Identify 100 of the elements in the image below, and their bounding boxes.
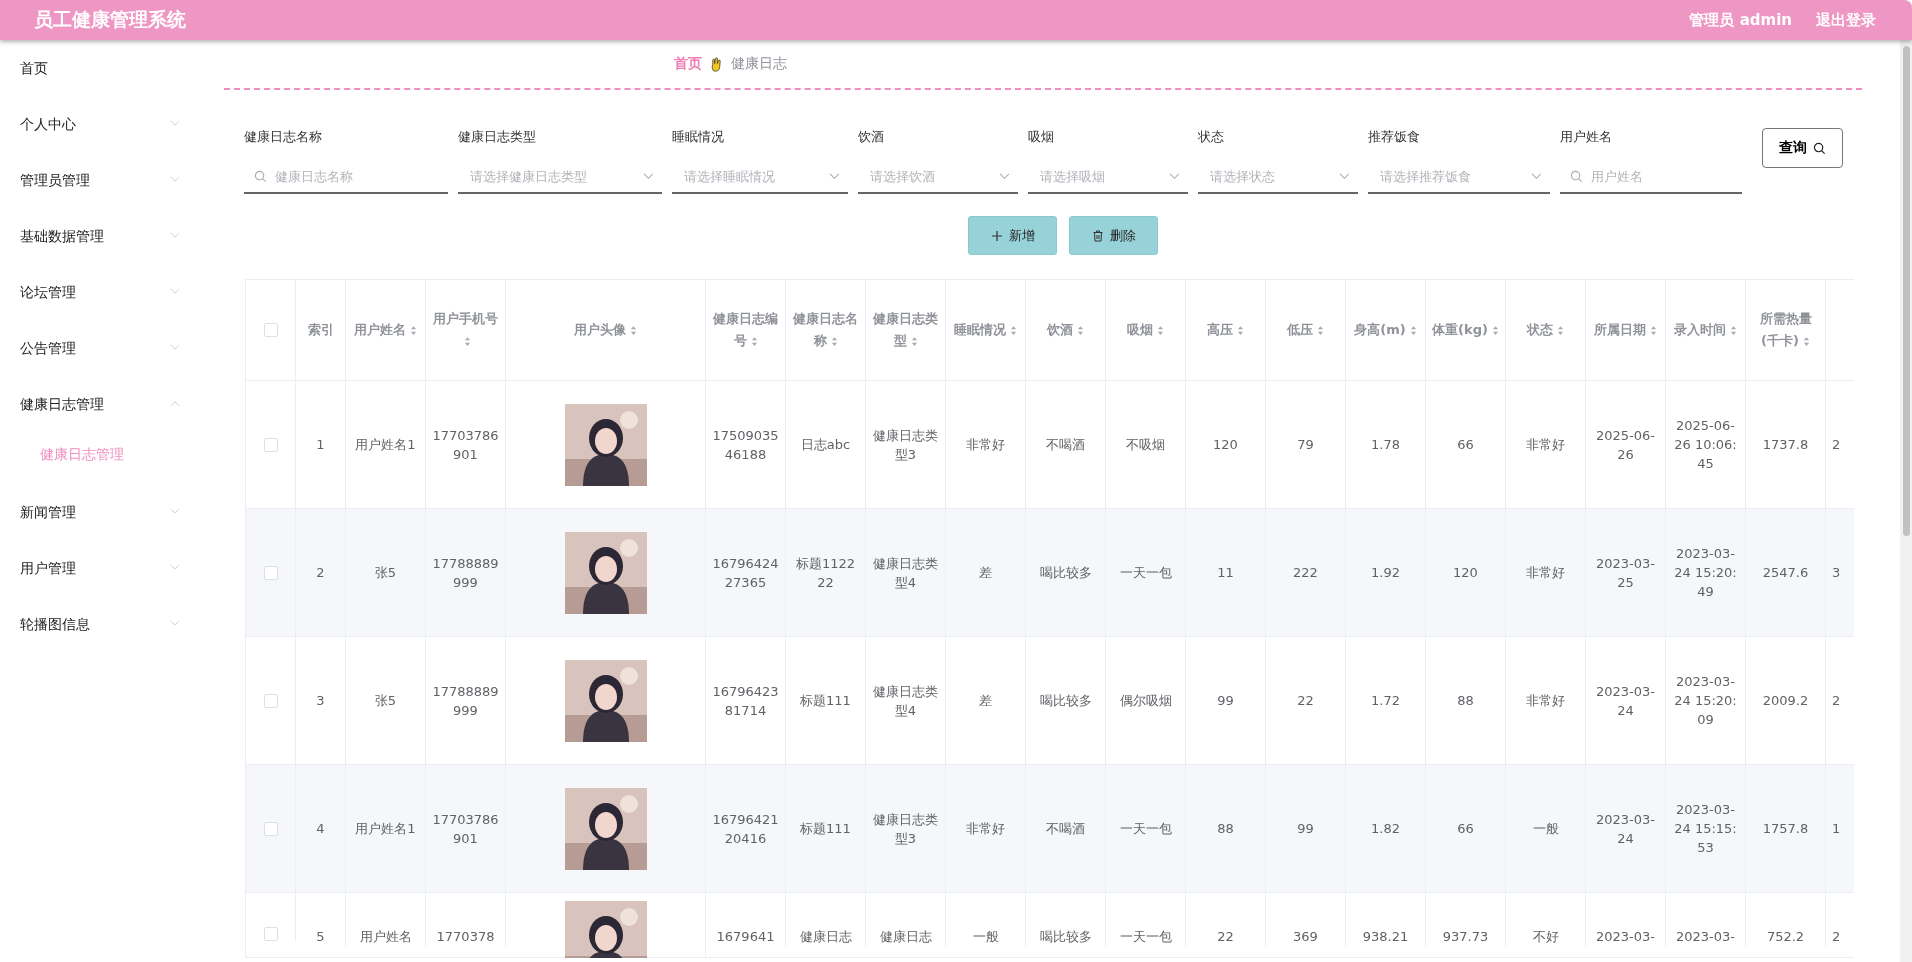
table-cell-text: 66	[1457, 436, 1474, 454]
column-header[interactable]: 用户姓名	[354, 319, 417, 341]
column-header[interactable]: 饮酒	[1047, 319, 1084, 341]
table-cell-text: 2025-06-26 10:06:45	[1673, 417, 1738, 473]
table-cell-text: 88	[1457, 692, 1474, 710]
column-header[interactable]: 状态	[1527, 319, 1564, 341]
sort-icon[interactable]	[1237, 325, 1244, 336]
sort-icon[interactable]	[1802, 336, 1810, 347]
sort-icon[interactable]	[910, 336, 918, 347]
sort-icon[interactable]	[1157, 325, 1164, 336]
table-cell-text: 标题111	[800, 692, 851, 710]
table-cell-text: 非常好	[1526, 436, 1565, 454]
table-cell-text: 1679641	[716, 928, 775, 946]
table-cell-text: 1	[316, 436, 325, 454]
table-cell-text: 120	[1213, 436, 1238, 454]
row-checkbox[interactable]	[263, 437, 278, 452]
row-checkbox[interactable]	[263, 693, 278, 708]
select-field[interactable]: 请选择状态	[1208, 167, 1333, 185]
sort-icon[interactable]	[1557, 325, 1564, 336]
sidebar-item[interactable]: 论坛管理	[0, 274, 200, 330]
sidebar-item[interactable]: 轮播图信息	[0, 606, 200, 662]
delete-button[interactable]: 删除	[1069, 216, 1158, 255]
table-cell-text: 非常好	[1526, 692, 1565, 710]
column-header[interactable]: 所属日期	[1594, 319, 1657, 341]
query-button[interactable]: 查询	[1762, 128, 1843, 168]
table-cell-text: 一天一包	[1119, 928, 1172, 946]
search-field[interactable]: 健康日志名称	[273, 167, 440, 185]
sort-icon[interactable]	[464, 336, 471, 347]
filter-label: 饮酒	[858, 128, 885, 146]
sidebar-item[interactable]: 首页	[0, 50, 200, 106]
column-header[interactable]: 用户手机号	[432, 308, 499, 352]
sidebar-item[interactable]: 基础数据管理	[0, 218, 200, 274]
column-header[interactable]: 体重(kg)	[1432, 319, 1499, 341]
chevron-icon	[170, 620, 180, 627]
table-cell-text: 2023-03-	[1596, 928, 1655, 946]
table-cell-text: 17788889999	[432, 554, 499, 592]
search-field[interactable]: 用户姓名	[1589, 167, 1734, 185]
dropdown-icon	[829, 172, 840, 180]
sort-icon[interactable]	[1317, 325, 1324, 336]
table-cell-text: 1770378	[436, 928, 495, 946]
table-cell-text: 1.78	[1371, 436, 1400, 454]
table-cell-text: 2	[1832, 928, 1841, 946]
select-field[interactable]: 请选择推荐饭食	[1378, 167, 1525, 185]
table-cell-text: 4	[316, 820, 325, 838]
table-cell-text: 差	[979, 692, 992, 710]
plus-icon	[990, 229, 1003, 242]
select-field[interactable]: 请选择睡眠情况	[682, 167, 823, 185]
table-cell-text: 标题111	[800, 820, 851, 838]
breadcrumb-item[interactable]: 首页	[674, 55, 702, 73]
dropdown-icon	[1339, 172, 1350, 180]
sort-icon[interactable]	[830, 336, 838, 347]
select-all-checkbox[interactable]	[263, 323, 278, 337]
table-cell-text: 健康日志类型3	[872, 426, 939, 464]
table-cell-text: 偶尔吸烟	[1119, 692, 1172, 710]
sidebar-item[interactable]: 个人中心	[0, 106, 200, 162]
table-cell-text: 2	[1832, 436, 1841, 454]
row-checkbox[interactable]	[263, 927, 278, 941]
column-header[interactable]: 吸烟	[1127, 319, 1164, 341]
dropdown-icon	[999, 172, 1010, 180]
table-cell-text: 喝比较多	[1039, 928, 1092, 946]
table-cell-text: 1737.8	[1762, 436, 1809, 454]
table-cell-text: 1	[1832, 820, 1841, 838]
sort-icon[interactable]	[1010, 325, 1017, 336]
sort-icon[interactable]	[1730, 325, 1737, 336]
add-button[interactable]: 新增	[968, 216, 1057, 255]
sort-icon[interactable]	[630, 325, 637, 336]
column-header[interactable]: 健康日志编号	[712, 308, 779, 352]
column-header[interactable]: 索引	[307, 319, 334, 341]
column-header[interactable]: 高压	[1207, 319, 1244, 341]
row-checkbox[interactable]	[263, 821, 278, 836]
column-header[interactable]: 所需热量(千卡)	[1752, 308, 1819, 352]
sidebar-item[interactable]: 公告管理	[0, 330, 200, 386]
row-checkbox[interactable]	[263, 565, 278, 580]
sidebar-item[interactable]: 健康日志管理	[0, 386, 200, 442]
sidebar-item[interactable]: 用户管理	[0, 550, 200, 606]
select-field[interactable]: 请选择吸烟	[1038, 167, 1163, 185]
column-header[interactable]: 低压	[1287, 319, 1324, 341]
sort-icon[interactable]	[750, 336, 758, 347]
sidebar-item[interactable]: 新闻管理	[0, 494, 200, 550]
logout-link[interactable]: 退出登录	[1816, 10, 1876, 30]
column-header[interactable]: 身高(m)	[1354, 319, 1417, 341]
column-header[interactable]: 录入时间	[1674, 319, 1737, 341]
sort-icon[interactable]	[410, 325, 417, 336]
column-header[interactable]: 睡眠情况	[954, 319, 1017, 341]
column-header[interactable]: 用户头像	[574, 319, 637, 341]
select-field[interactable]: 请选择饮酒	[868, 167, 993, 185]
sort-icon[interactable]	[1077, 325, 1084, 336]
table-cell-text: 17703786901	[432, 426, 499, 464]
sidebar-subitem[interactable]: 健康日志管理	[0, 442, 200, 494]
sort-icon[interactable]	[1650, 325, 1657, 336]
column-header[interactable]: 健康日志类型	[872, 308, 939, 352]
sort-icon[interactable]	[1491, 325, 1499, 336]
table-cell-text: 不吸烟	[1126, 436, 1165, 454]
column-header[interactable]: 健康日志名称	[792, 308, 859, 352]
sidebar-item[interactable]: 管理员管理	[0, 162, 200, 218]
sort-icon[interactable]	[1409, 325, 1417, 336]
scrollbar[interactable]	[1900, 40, 1912, 962]
chevron-icon	[170, 176, 180, 183]
table-cell-text: 2547.6	[1762, 564, 1809, 582]
select-field[interactable]: 请选择健康日志类型	[468, 167, 637, 185]
